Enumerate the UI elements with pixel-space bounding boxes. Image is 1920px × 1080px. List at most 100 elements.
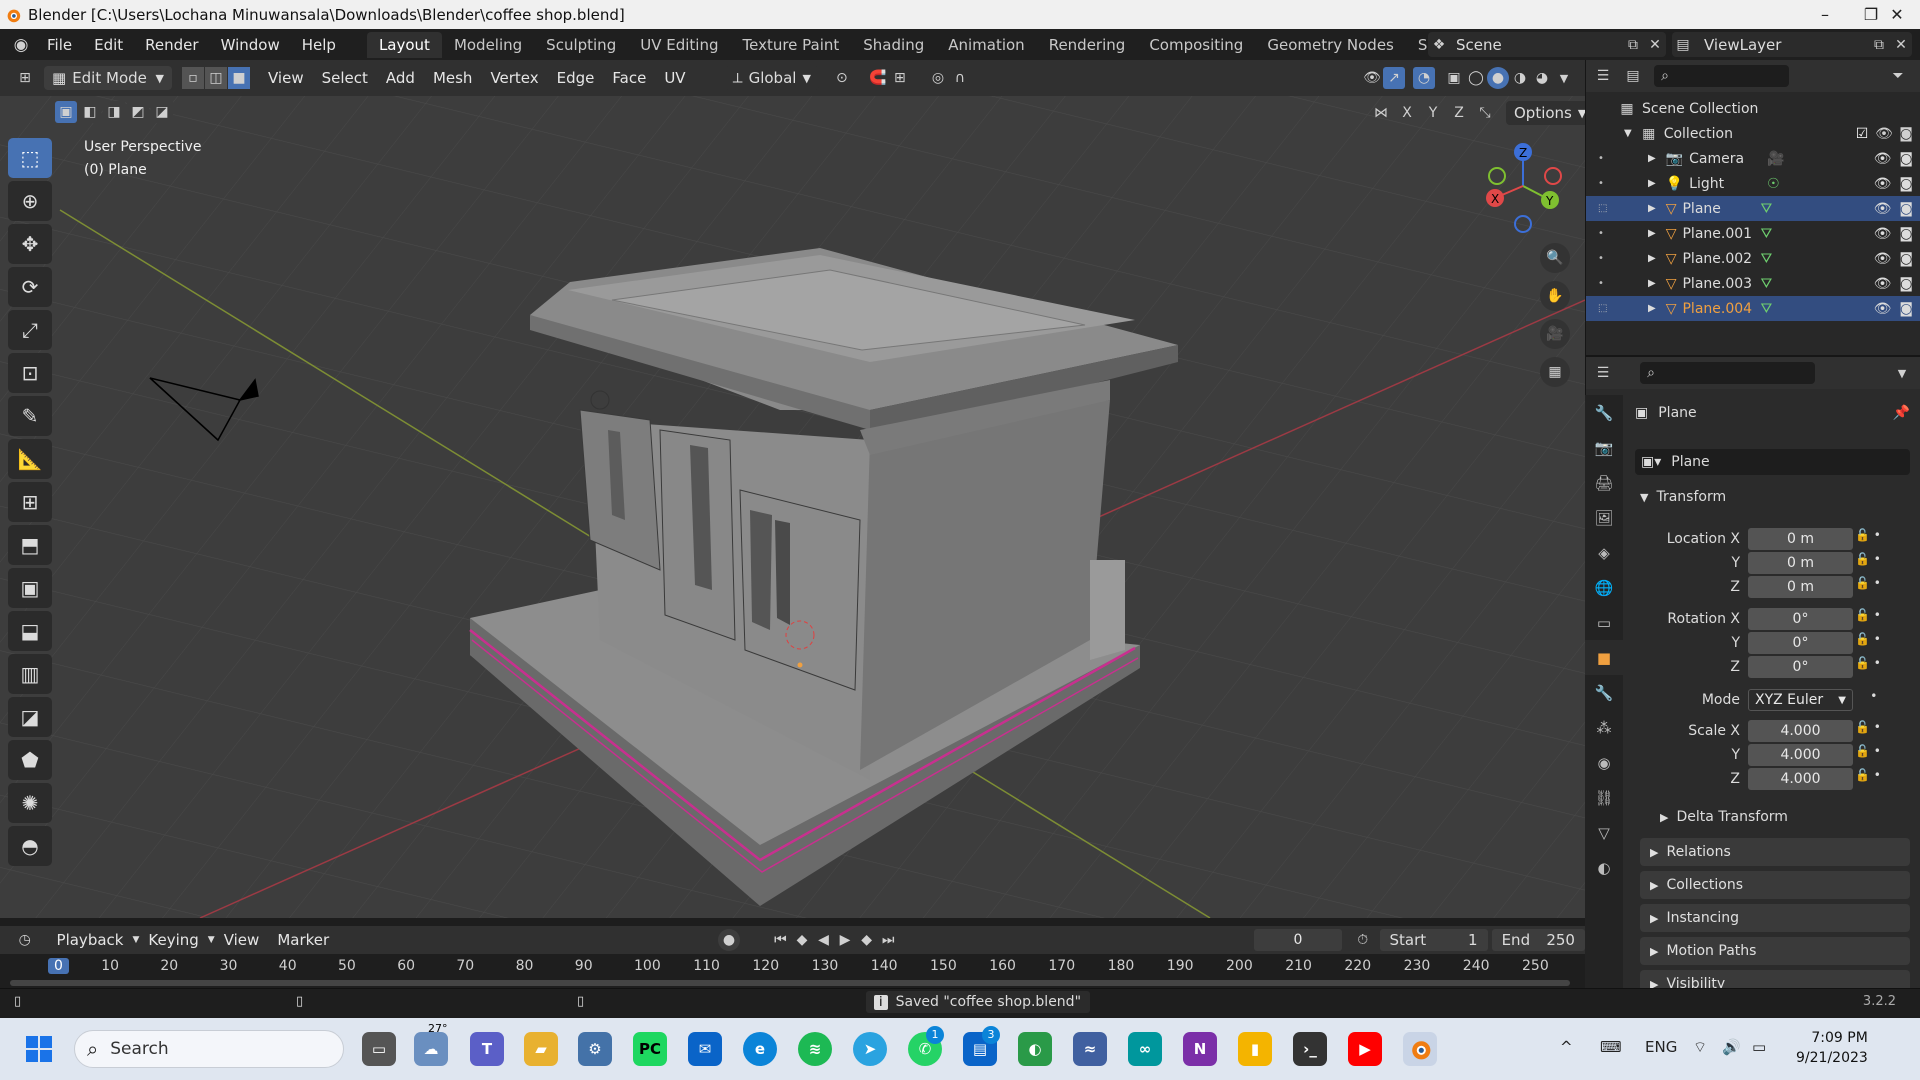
tab-data-icon[interactable]: ▽	[1585, 815, 1623, 850]
menu-view[interactable]: View	[259, 69, 313, 87]
rotation-z-field[interactable]: 0°	[1748, 656, 1853, 678]
measure-tool[interactable]: 📐	[8, 439, 52, 479]
tab-physics-icon[interactable]: ◉	[1585, 745, 1623, 780]
eye-icon[interactable]: 👁	[1874, 201, 1892, 217]
pin-icon[interactable]: 📌	[1893, 405, 1910, 421]
object-data-icon[interactable]: ☉	[1767, 176, 1780, 192]
tab-output-icon[interactable]: 🖨	[1585, 465, 1623, 500]
keyframe-dot-icon[interactable]: •	[1855, 689, 1895, 720]
scale-z-field[interactable]: 4.000	[1748, 768, 1853, 790]
render-camera-icon[interactable]: ◙	[1899, 151, 1913, 167]
tab-render-icon[interactable]: 📷	[1585, 430, 1623, 465]
edge-select-icon[interactable]: ◫	[205, 67, 227, 89]
knife-tool[interactable]: ◪	[8, 697, 52, 737]
editor-type-icon[interactable]: ☰	[1592, 65, 1614, 87]
chevron-down-icon[interactable]: ▼	[1891, 362, 1913, 384]
tab-collection-icon[interactable]: ▭	[1585, 605, 1623, 640]
rotation-x-field[interactable]: 0°	[1748, 608, 1853, 630]
pycharm-icon[interactable]: PC	[633, 1032, 667, 1066]
shading-options-icon[interactable]: ▼	[1553, 67, 1575, 89]
auto-keying-icon[interactable]: ●	[718, 929, 740, 951]
object-datablock-field[interactable]: ▣▾ Plane	[1635, 449, 1910, 475]
new-scene-icon[interactable]: ⧉	[1622, 34, 1644, 56]
lock-icon[interactable]: 🔓 •	[1855, 552, 1895, 576]
start-frame-field[interactable]: Start 1	[1379, 929, 1488, 951]
tab-object-icon[interactable]: ■	[1585, 640, 1623, 675]
render-camera-icon[interactable]: ◙	[1899, 226, 1913, 242]
timeline-scrollbar[interactable]	[10, 980, 1570, 986]
edit-mode-toggle-icon[interactable]: •	[1598, 178, 1612, 189]
outliner-row-object[interactable]: ⬚ ▶ ▽ Plane.004 ⛛ 👁 ◙	[1586, 296, 1920, 321]
relations-section[interactable]: ▶ Relations	[1640, 838, 1910, 866]
edit-mode-toggle-icon[interactable]: ⬚	[1598, 203, 1612, 214]
arduino-icon[interactable]: ∞	[1128, 1032, 1162, 1066]
timeline-editor-icon[interactable]: ◷	[14, 929, 36, 951]
move-tool[interactable]: ✥	[8, 224, 52, 264]
menu-select[interactable]: Select	[313, 69, 377, 87]
settings-icon[interactable]: ⚙	[578, 1032, 612, 1066]
outliner-row-object[interactable]: • ▶ ▽ Plane.002 ⛛ 👁 ◙	[1586, 246, 1920, 271]
mirror-z-toggle[interactable]: Z	[1448, 102, 1470, 124]
outliner-row-collection[interactable]: ▼ ▦ Collection ☑ 👁 ◙	[1586, 121, 1920, 146]
tray-chevron-icon[interactable]: ^	[1560, 1038, 1573, 1056]
outliner-row-object[interactable]: • ▶ ▽ Plane.001 ⛛ 👁 ◙	[1586, 221, 1920, 246]
lock-icon[interactable]: 🔓 •	[1855, 632, 1895, 656]
tab-uv-editing[interactable]: UV Editing	[628, 32, 730, 58]
view-layer-selector[interactable]: ▤ ViewLayer ⧉ ✕	[1672, 32, 1912, 57]
object-data-icon[interactable]: ⛛	[1760, 301, 1772, 317]
display-mode-icon[interactable]: ▤	[1622, 65, 1644, 87]
object-data-icon[interactable]: ⛛	[1760, 276, 1772, 292]
edit-mode-toggle-icon[interactable]: •	[1598, 228, 1612, 239]
tab-world-icon[interactable]: 🌐	[1585, 570, 1623, 605]
app-icon[interactable]: ≈	[1073, 1032, 1107, 1066]
object-data-icon[interactable]: 🎥	[1767, 151, 1784, 167]
select-new-icon[interactable]: ▣	[55, 101, 77, 123]
visibility-icon[interactable]: 👁	[1361, 67, 1383, 89]
volume-icon[interactable]: 🔊	[1722, 1038, 1741, 1056]
menu-marker[interactable]: Marker	[268, 931, 338, 949]
chevron-right-icon[interactable]: ▶	[1648, 253, 1656, 264]
extrude-tool[interactable]: ⬒	[8, 525, 52, 565]
menu-vertex[interactable]: Vertex	[481, 69, 547, 87]
auto-merge-icon[interactable]: ⤡	[1474, 102, 1496, 124]
render-camera-icon[interactable]: ◙	[1899, 201, 1913, 217]
edit-mode-toggle-icon[interactable]: •	[1598, 278, 1612, 289]
inset-tool[interactable]: ▣	[8, 568, 52, 608]
wireframe-shading-icon[interactable]: ◯	[1465, 67, 1487, 89]
weather-icon[interactable]: ☁	[414, 1032, 448, 1066]
scale-y-field[interactable]: 4.000	[1748, 744, 1853, 766]
tab-geometry-nodes[interactable]: Geometry Nodes	[1255, 32, 1406, 58]
play-reverse-icon[interactable]: ◀	[813, 929, 835, 951]
vertex-select-icon[interactable]: ▫	[182, 67, 204, 89]
pivot-icon[interactable]: ⊙	[831, 67, 853, 89]
proportional-edit-icon[interactable]: ◎	[927, 67, 949, 89]
edit-mode-toggle-icon[interactable]: •	[1598, 153, 1612, 164]
telegram-icon[interactable]: ➤	[853, 1032, 887, 1066]
eye-icon[interactable]: 👁	[1874, 251, 1892, 267]
timeline-ruler[interactable]: 0 10 20 30 40 50 60 70 80 90 100 110 120 130 140 150 160…	[0, 954, 1585, 988]
tab-sculpting[interactable]: Sculpting	[534, 32, 628, 58]
ortho-grid-icon[interactable]: ▦	[1540, 357, 1570, 387]
outliner-row-object[interactable]: ⬚ ▶ ▽ Plane ⛛ 👁 ◙	[1586, 196, 1920, 221]
language-indicator[interactable]: ENG	[1645, 1038, 1677, 1056]
select-invert-icon[interactable]: ◩	[127, 101, 149, 123]
close-button[interactable]: ✕	[1874, 0, 1920, 29]
outliner-search-input[interactable]: ⌕	[1654, 65, 1789, 87]
battery-icon[interactable]: ▭	[1752, 1038, 1766, 1056]
face-select-icon[interactable]: ■	[228, 67, 250, 89]
mirror-icon[interactable]: ⋈	[1370, 102, 1392, 124]
menu-window[interactable]: Window	[210, 36, 291, 54]
prev-keyframe-icon[interactable]: ◆	[791, 929, 813, 951]
eye-icon[interactable]: 👁	[1874, 226, 1892, 242]
outliner-row-object[interactable]: • ▶ 💡 Light ☉ 👁 ◙	[1586, 171, 1920, 196]
falloff-icon[interactable]: ∩	[949, 67, 971, 89]
blender-taskbar-icon[interactable]	[1403, 1032, 1437, 1066]
select-intersect-icon[interactable]: ◪	[151, 101, 173, 123]
tab-animation[interactable]: Animation	[936, 32, 1036, 58]
zoom-icon[interactable]: 🔍	[1540, 243, 1570, 273]
mirror-x-toggle[interactable]: X	[1396, 102, 1418, 124]
delete-scene-icon[interactable]: ✕	[1644, 34, 1666, 56]
tab-constraints-icon[interactable]: ⛓	[1585, 780, 1623, 815]
current-frame-field[interactable]: 0	[1253, 929, 1342, 951]
tab-shading[interactable]: Shading	[851, 32, 936, 58]
